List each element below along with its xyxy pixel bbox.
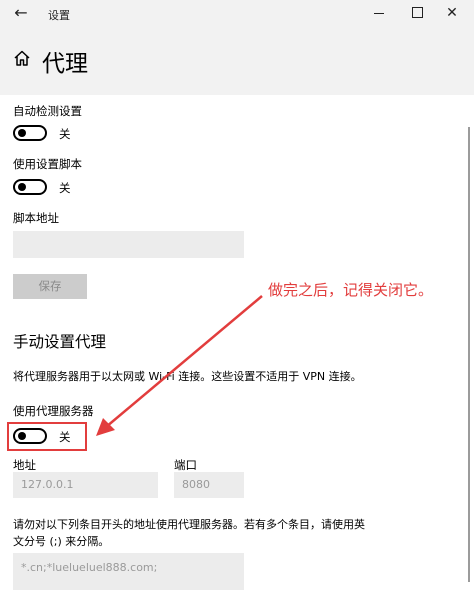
port-label: 端口 xyxy=(174,458,197,472)
auto-detect-toggle[interactable] xyxy=(13,125,47,141)
toggle-knob xyxy=(18,183,26,191)
window-title: 设置 xyxy=(48,9,70,22)
minimize-button[interactable] xyxy=(364,1,394,25)
header: ← 设置 ✕ 代理 xyxy=(0,0,474,95)
auto-detect-state: 关 xyxy=(59,127,71,141)
exceptions-description-line1: 请勿对以下列条目开头的地址使用代理服务器。若有多个条目，请使用英 xyxy=(13,518,365,531)
use-script-state: 关 xyxy=(59,181,71,195)
address-field[interactable]: 127.0.0.1 xyxy=(13,472,158,498)
minimize-icon xyxy=(374,13,384,14)
use-proxy-label: 使用代理服务器 xyxy=(13,404,94,418)
annotation-text: 做完之后，记得关闭它。 xyxy=(268,281,434,299)
manual-proxy-description: 将代理服务器用于以太网或 Wi-Fi 连接。这些设置不适用于 VPN 连接。 xyxy=(13,370,362,383)
address-label: 地址 xyxy=(13,458,36,472)
scrollbar-thumb[interactable] xyxy=(468,127,470,582)
use-script-label: 使用设置脚本 xyxy=(13,157,82,171)
script-address-label: 脚本地址 xyxy=(13,211,59,225)
maximize-button[interactable] xyxy=(402,1,432,25)
toggle-knob xyxy=(18,129,26,137)
save-button[interactable]: 保存 xyxy=(13,274,87,299)
home-icon[interactable] xyxy=(12,48,32,68)
close-button[interactable]: ✕ xyxy=(437,1,467,25)
back-button[interactable]: ← xyxy=(10,2,32,24)
annotation-highlight-box xyxy=(7,422,87,451)
script-address-field[interactable] xyxy=(13,231,244,258)
manual-proxy-heading: 手动设置代理 xyxy=(13,333,107,351)
page-title: 代理 xyxy=(42,51,88,77)
use-script-toggle[interactable] xyxy=(13,179,47,195)
close-icon: ✕ xyxy=(446,5,458,21)
title-bar: ← 设置 ✕ xyxy=(0,0,474,28)
port-field[interactable]: 8080 xyxy=(174,472,244,498)
auto-detect-label: 自动检测设置 xyxy=(13,104,82,118)
back-arrow-icon: ← xyxy=(14,3,28,22)
exceptions-field[interactable]: *.cn;*luelueluel888.com; xyxy=(13,553,244,590)
maximize-icon xyxy=(411,7,423,18)
exceptions-description-line2: 文分号 (;) 来分隔。 xyxy=(13,535,110,548)
